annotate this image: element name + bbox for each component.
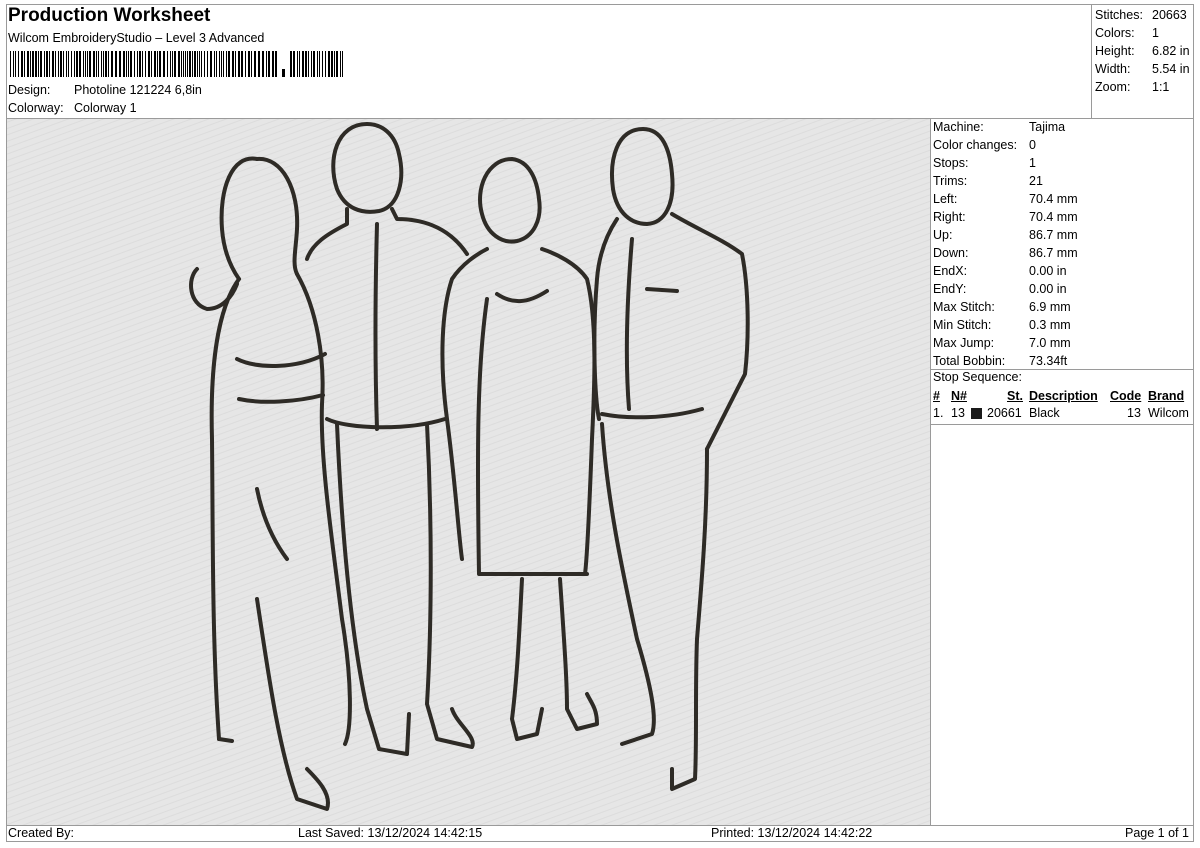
group-portrait-line-art <box>7 119 930 825</box>
stat-row: Total Bobbin: 73.34ft <box>933 354 1068 368</box>
header-divider <box>1091 5 1092 118</box>
stat-row: Machine: Tajima <box>933 120 1066 134</box>
row-description: Black <box>1029 406 1060 420</box>
summary-row: Width: 5.54 in <box>1095 62 1190 76</box>
row-brand: Wilcom <box>1148 406 1189 420</box>
stat-row: Color changes: 0 <box>933 138 1036 152</box>
software-name: Wilcom EmbroideryStudio – Level 3 Advanc… <box>8 31 265 45</box>
stat-row: Max Jump: 7.0 mm <box>933 336 1071 350</box>
barcode-graphic <box>10 51 343 77</box>
colorway-value: Colorway 1 <box>74 101 137 115</box>
row-n: 13 <box>951 406 965 420</box>
panel-divider <box>930 118 931 825</box>
row-code: 13 <box>1127 406 1141 420</box>
stat-row: Up: 86.7 mm <box>933 228 1078 242</box>
last-saved: Last Saved: 13/12/2024 14:42:15 <box>298 826 483 840</box>
stop-sequence-rule <box>931 424 1193 425</box>
design-value: Photoline 121224 6,8in <box>74 83 202 97</box>
colorway-label: Colorway: <box>8 101 64 115</box>
stat-row: EndY: 0.00 in <box>933 282 1067 296</box>
stop-sequence-title: Stop Sequence: <box>933 370 1022 384</box>
col-st: St. <box>1007 389 1023 403</box>
stat-row: Left: 70.4 mm <box>933 192 1078 206</box>
col-description: Description <box>1029 389 1098 403</box>
stat-row: EndX: 0.00 in <box>933 264 1067 278</box>
footer-top-rule <box>7 825 1193 826</box>
row-num: 1. <box>933 406 944 420</box>
design-summary: Stitches: 20663 Colors: 1 Height: 6.82 in W… <box>1095 6 1193 96</box>
row-stitches: 20661 <box>987 406 1022 420</box>
stat-row: Down: 86.7 mm <box>933 246 1078 260</box>
summary-row: Stitches: 20663 <box>1095 8 1187 22</box>
stat-row: Stops: 1 <box>933 156 1036 170</box>
col-n: N# <box>951 389 967 403</box>
stop-sequence-header: # N# St. Description Code Brand <box>933 389 1193 406</box>
created-by: Created By: <box>8 826 75 840</box>
design-label: Design: <box>8 83 51 97</box>
worksheet-title: Production Worksheet <box>8 5 211 26</box>
stop-sequence-row: 1. 13 20661 Black 13 Wilcom <box>933 406 1193 423</box>
stat-row: Max Stitch: 6.9 mm <box>933 300 1071 314</box>
stat-row: Right: 70.4 mm <box>933 210 1078 224</box>
col-code: Code <box>1110 389 1142 403</box>
printed-date: Printed: 13/12/2024 14:42:22 <box>711 826 873 840</box>
col-brand: Brand <box>1148 389 1185 403</box>
summary-row: Zoom: 1:1 <box>1095 80 1170 94</box>
summary-row: Colors: 1 <box>1095 26 1159 40</box>
col-num: # <box>933 389 940 403</box>
embroidery-design-preview <box>7 119 930 825</box>
machine-stats: Machine: Tajima Color changes: 0 Stops: 1 T… <box>933 118 1188 370</box>
stat-row: Min Stitch: 0.3 mm <box>933 318 1071 332</box>
thread-color-swatch <box>971 408 982 419</box>
summary-row: Height: 6.82 in <box>1095 44 1190 58</box>
stat-row: Trims: 21 <box>933 174 1043 188</box>
page-number: Page 1 of 1 <box>1125 826 1189 840</box>
